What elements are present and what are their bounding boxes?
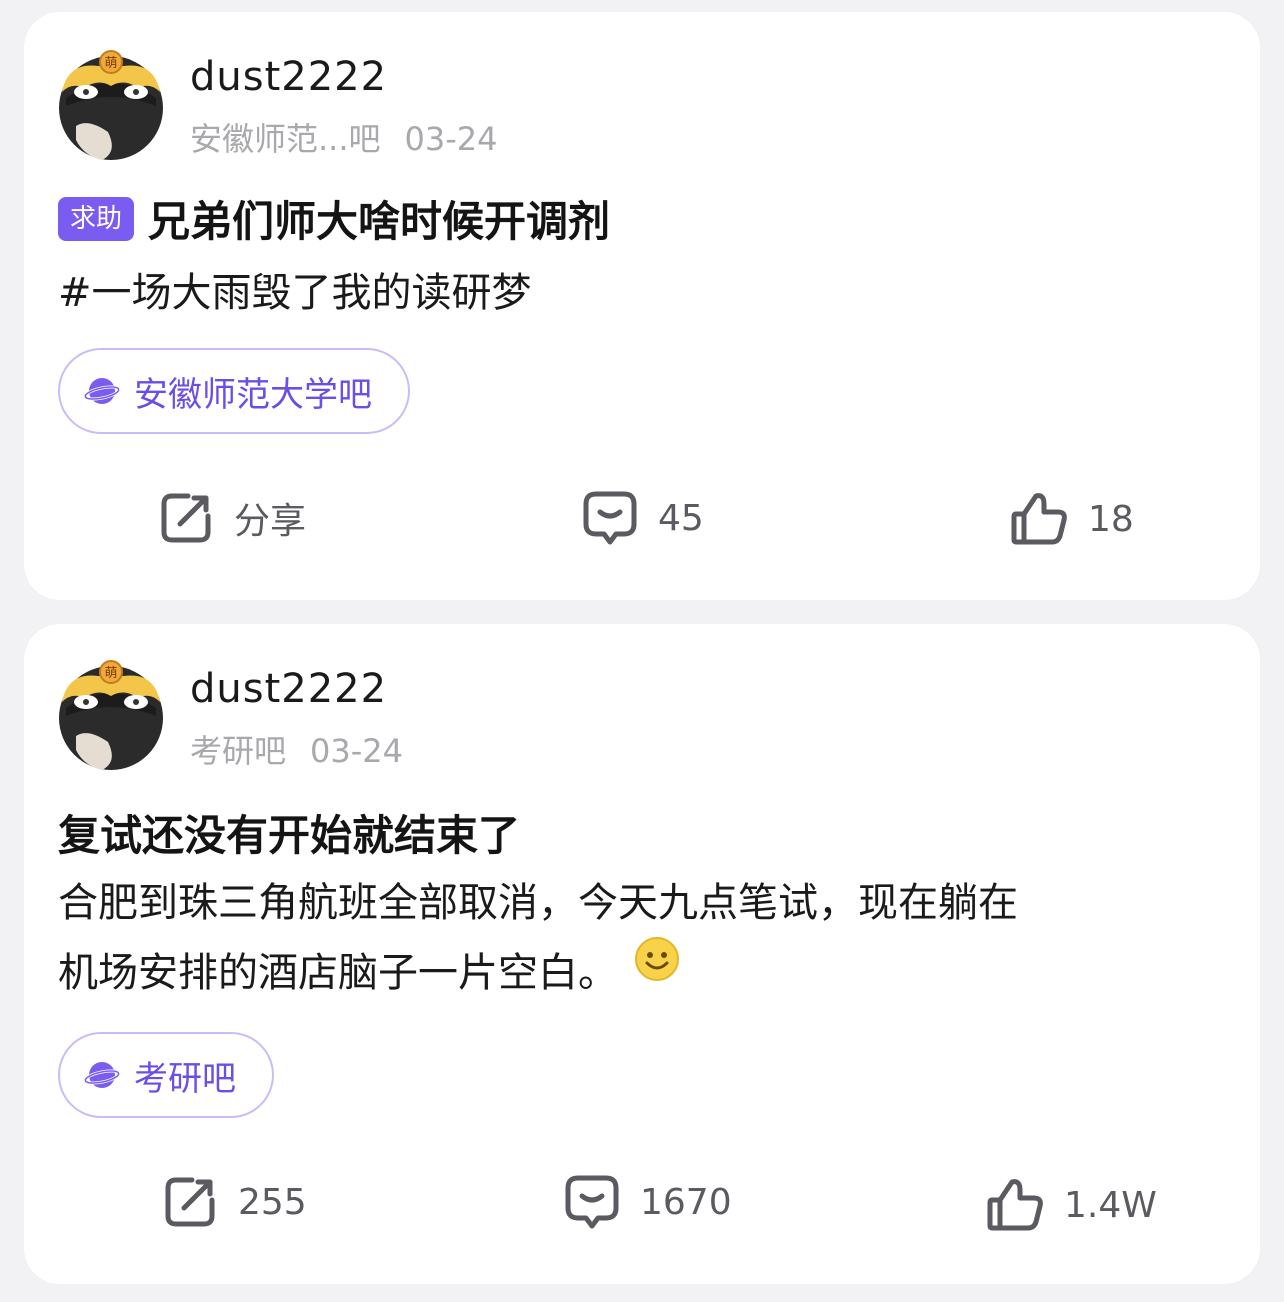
post-body-line: 合肥到珠三角航班全部取消，今天九点笔试，现在躺在 [58, 880, 1018, 926]
post-date: 03-24 [404, 120, 498, 158]
post-meta: 考研吧 03-24 [190, 726, 403, 772]
post-body[interactable]: 合肥到珠三角航班全部取消，今天九点笔试，现在躺在 机场安排的酒店脑子一片空白。 [58, 868, 1228, 1010]
post-title-text: 复试还没有开始就结束了 [58, 811, 521, 860]
forum-pill[interactable]: 安徽师范大学吧 [58, 348, 410, 434]
avatar[interactable]: 萌 [58, 658, 164, 770]
post-card[interactable]: 萌 dust2222 考研吧 03-24 复试还没有开始就结束了 合肥到珠三角航班… [24, 624, 1260, 1284]
username[interactable]: dust2222 [190, 54, 387, 100]
planet-icon [84, 373, 120, 409]
comment-icon [565, 1175, 619, 1229]
like-button[interactable]: 1.4W [986, 1176, 1157, 1234]
forum-pill-label: 安徽师范大学吧 [134, 374, 372, 415]
svg-text:萌: 萌 [104, 56, 117, 71]
post-body-line: 机场安排的酒店脑子一片空白。 [58, 937, 1228, 1010]
username[interactable]: dust2222 [190, 666, 387, 712]
like-count: 1.4W [1064, 1184, 1157, 1226]
post-title-text: 兄弟们师大啥时候开调剂 [148, 197, 611, 246]
forum-pill-label: 考研吧 [134, 1058, 236, 1099]
post-body[interactable]: #一场大雨毁了我的读研梦 [58, 258, 1228, 328]
comment-button[interactable]: 45 [582, 488, 704, 548]
share-count: 255 [238, 1181, 307, 1223]
forum-name[interactable]: 安徽师范...吧 [190, 120, 381, 158]
comment-icon [583, 491, 637, 545]
comment-count: 45 [658, 497, 704, 539]
post-date: 03-24 [310, 732, 403, 770]
post-title[interactable]: 复试还没有开始就结束了 [58, 802, 520, 863]
smile-emoji-icon [634, 934, 680, 1004]
post-card[interactable]: 萌 dust2222 安徽师范...吧 03-24 求助 兄弟们师大啥时候开调剂 … [24, 12, 1260, 600]
avatar[interactable]: 萌 [58, 48, 164, 160]
like-button[interactable]: 18 [1010, 490, 1134, 548]
thumbs-up-icon [987, 1179, 1043, 1231]
share-icon [165, 1177, 215, 1227]
planet-icon [84, 1057, 120, 1093]
share-button[interactable]: 255 [162, 1174, 307, 1230]
like-count: 18 [1088, 498, 1134, 540]
share-label: 分享 [234, 501, 307, 542]
comment-button[interactable]: 1670 [564, 1172, 732, 1232]
post-title[interactable]: 求助 兄弟们师大啥时候开调剂 [58, 188, 610, 249]
comment-count: 1670 [640, 1181, 732, 1223]
share-button[interactable]: 分享 [158, 490, 306, 546]
forum-name[interactable]: 考研吧 [190, 732, 286, 770]
help-tag: 求助 [58, 196, 135, 241]
svg-text:萌: 萌 [104, 666, 117, 681]
thumbs-up-icon [1011, 493, 1067, 545]
post-meta: 安徽师范...吧 03-24 [190, 114, 498, 160]
forum-pill[interactable]: 考研吧 [58, 1032, 274, 1118]
share-icon [161, 493, 211, 543]
